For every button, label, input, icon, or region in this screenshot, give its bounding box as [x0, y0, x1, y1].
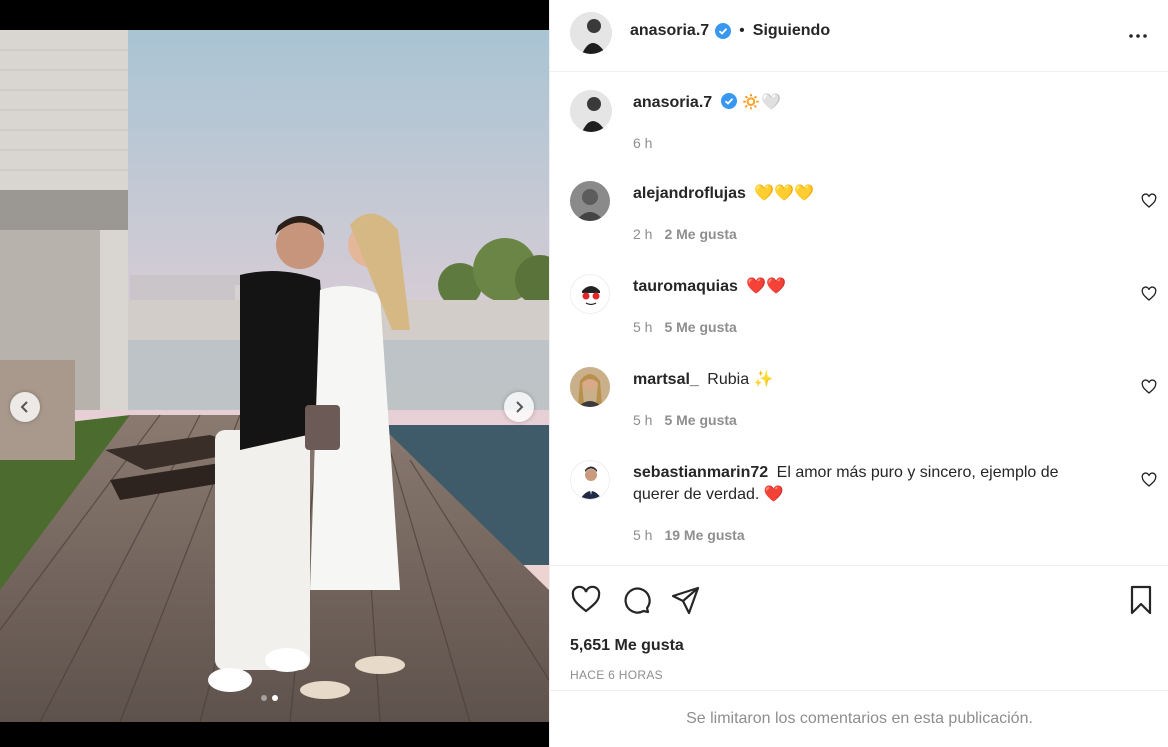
post-header: anasoria.7 • Siguiendo	[550, 0, 1168, 72]
heart-icon[interactable]	[1141, 193, 1157, 209]
comment-body: alejandroflujas 💛💛💛	[633, 183, 1109, 205]
caption-body: anasoria.7 🔅🤍	[633, 92, 1109, 114]
carousel-indicator	[261, 695, 278, 701]
verified-badge-icon	[720, 93, 737, 109]
share-icon[interactable]	[670, 584, 702, 616]
post-details-panel: anasoria.7 • Siguiendo anasoria.7 🔅🤍 6 h…	[549, 0, 1168, 747]
commenter-avatar[interactable]	[570, 460, 610, 500]
chevron-right-icon	[516, 401, 524, 413]
avatar-image	[571, 275, 609, 313]
couple-photo	[0, 30, 549, 722]
author-avatar[interactable]	[570, 90, 612, 132]
author-username[interactable]: anasoria.7	[630, 22, 709, 40]
comment-meta: 2 h 2 Me gusta	[633, 226, 737, 242]
more-options-icon[interactable]	[1126, 24, 1150, 48]
caption-username[interactable]: anasoria.7	[633, 94, 712, 111]
comment-time[interactable]: 2 h	[633, 226, 652, 242]
avatar-image	[570, 90, 612, 132]
instagram-post-viewer: anasoria.7 • Siguiendo anasoria.7 🔅🤍 6 h…	[0, 0, 1168, 747]
carousel-next-button[interactable]	[504, 392, 534, 422]
comment-text: Rubia ✨	[707, 371, 774, 388]
comment-text: ❤️❤️	[746, 278, 787, 295]
comment-body: sebastianmarin72 El amor más puro y sinc…	[633, 462, 1109, 506]
comment-icon[interactable]	[620, 584, 652, 616]
comment-likes[interactable]: 5 Me gusta	[664, 319, 736, 335]
comment-likes[interactable]: 19 Me gusta	[664, 527, 744, 543]
like-count[interactable]: 5,651 Me gusta	[570, 637, 684, 655]
bookmark-icon[interactable]	[1125, 584, 1157, 616]
heart-icon[interactable]	[1141, 379, 1157, 395]
comment-time[interactable]: 5 h	[633, 412, 652, 428]
avatar-image	[571, 461, 609, 499]
comment-likes[interactable]: 5 Me gusta	[664, 412, 736, 428]
comment-body: tauromaquias ❤️❤️	[633, 276, 1109, 298]
post-photo[interactable]	[0, 30, 549, 722]
comment-username[interactable]: sebastianmarin72	[633, 464, 768, 481]
post-timestamp: HACE 6 HORAS	[570, 668, 663, 682]
chevron-left-icon	[20, 401, 28, 413]
comment-username[interactable]: martsal_	[633, 371, 699, 388]
author-avatar[interactable]	[570, 12, 612, 54]
heart-icon[interactable]	[570, 584, 602, 616]
heart-icon[interactable]	[1141, 472, 1157, 488]
carousel-dot-active	[272, 695, 278, 701]
comments-list: anasoria.7 🔅🤍 6 h alejandroflujas 💛💛💛 2 …	[550, 73, 1168, 565]
author-row: anasoria.7 • Siguiendo	[630, 22, 830, 40]
caption-time[interactable]: 6 h	[633, 135, 652, 151]
commenter-avatar[interactable]	[570, 181, 610, 221]
comment-time[interactable]: 5 h	[633, 527, 652, 543]
post-actions: 5,651 Me gusta HACE 6 HORAS	[550, 565, 1168, 690]
comment-username[interactable]: tauromaquias	[633, 278, 738, 295]
separator-dot: •	[739, 22, 745, 39]
comment-meta: 5 h 19 Me gusta	[633, 527, 745, 543]
avatar-image	[570, 367, 610, 407]
comments-limited-notice: Se limitaron los comentarios en esta pub…	[550, 690, 1168, 747]
comment-meta: 5 h 5 Me gusta	[633, 412, 737, 428]
commenter-avatar[interactable]	[570, 367, 610, 407]
post-media	[0, 0, 549, 747]
comment-likes[interactable]: 2 Me gusta	[664, 226, 736, 242]
avatar-image	[570, 12, 612, 54]
follow-status-button[interactable]: Siguiendo	[753, 22, 830, 40]
comment-text: 💛💛💛	[754, 185, 815, 202]
carousel-dot	[261, 695, 267, 701]
caption-meta: 6 h	[633, 135, 652, 151]
comment-username[interactable]: alejandroflujas	[633, 185, 746, 202]
carousel-prev-button[interactable]	[10, 392, 40, 422]
comment-time[interactable]: 5 h	[633, 319, 652, 335]
verified-badge-icon	[715, 23, 732, 39]
caption-text: 🔅🤍	[741, 94, 781, 111]
comment-meta: 5 h 5 Me gusta	[633, 319, 737, 335]
commenter-avatar[interactable]	[570, 274, 610, 314]
comment-body: martsal_ Rubia ✨	[633, 369, 1109, 391]
avatar-image	[570, 181, 610, 221]
heart-icon[interactable]	[1141, 286, 1157, 302]
